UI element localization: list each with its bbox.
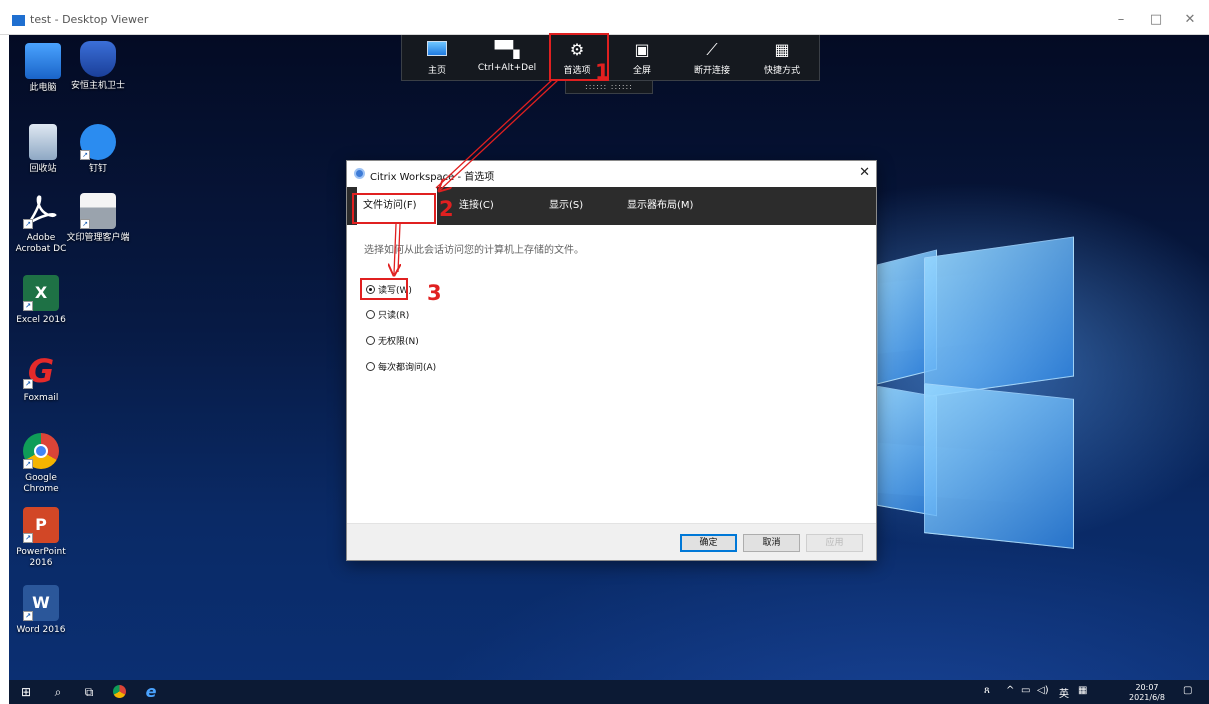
arrow-step2-to-step3-outline (397, 223, 401, 273)
clock-date: 2021/6/8 (1129, 693, 1165, 702)
arrow-step2-to-step3 (394, 223, 396, 274)
volume-icon[interactable]: ◁) (1037, 685, 1049, 696)
ie-icon[interactable]: e (142, 683, 160, 701)
notification-center-icon[interactable]: ▢ (1183, 685, 1192, 696)
input-language-indicator[interactable]: 英 (1059, 685, 1069, 700)
network-icon[interactable]: ▭ (1021, 685, 1030, 696)
windows-start-icon[interactable]: ⊞ (17, 683, 35, 701)
ime-mode-icon[interactable]: ▦ (1078, 685, 1087, 696)
arrow-step1-to-step2-outline (435, 79, 553, 189)
people-icon[interactable]: ጸ (984, 685, 990, 696)
chrome-taskbar-icon[interactable] (110, 683, 128, 701)
task-view-icon[interactable]: ⧉ (80, 683, 98, 701)
search-icon[interactable]: ⌕ (49, 683, 67, 701)
arrow-step1-to-step2 (440, 79, 559, 190)
taskbar: ⊞ ⌕ ⧉ e ጸ ^ ▭ ◁) 英 ▦ 20:07 2021/6/8 ▢ (9, 680, 1209, 704)
tray-overflow-icon[interactable]: ^ (1006, 685, 1014, 696)
clock-time: 20:07 (1135, 683, 1159, 692)
clock[interactable]: 20:07 2021/6/8 (1127, 683, 1167, 703)
annotation-arrows (0, 79, 559, 704)
